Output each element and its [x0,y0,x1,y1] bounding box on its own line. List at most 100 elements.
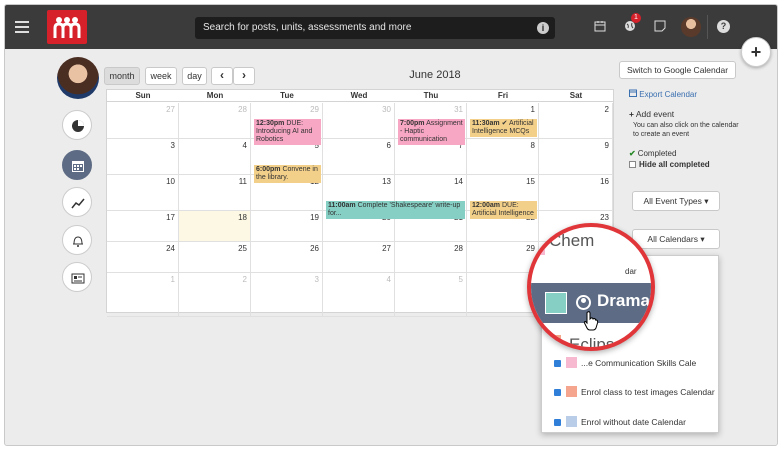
calendar-option[interactable]: Enrol class to test images Calendar [554,386,715,397]
day-number: 9 [604,141,609,150]
hide-completed-checkbox[interactable]: Hide all completed [629,160,710,169]
day-number: 30 [382,105,391,114]
calendar-day-cell[interactable]: 4 [323,273,395,317]
color-swatch [566,357,577,368]
calendar-day-cell[interactable]: 27 [107,103,179,139]
brand-logo[interactable] [47,10,87,44]
hand-cursor-icon [583,311,599,331]
calendar-day-cell[interactable]: 8 [467,139,539,175]
calendar-day-cell[interactable]: 3 [251,273,323,317]
day-number: 17 [166,213,175,222]
calendar-icon[interactable] [593,20,607,34]
calendar-day-cell[interactable]: 30 [323,103,395,139]
checkbox-icon[interactable] [554,360,561,367]
day-number: 4 [242,141,247,150]
day-number: 24 [166,244,175,253]
check-icon: ✔ [629,149,636,158]
color-swatch [535,241,545,255]
note-icon[interactable] [653,20,667,34]
calendar-day-cell[interactable]: 9 [539,139,613,175]
calendar-event[interactable]: 12:30pm DUE: Introducing AI and Robotics [254,119,321,145]
calendar-event[interactable]: 7:00pm Assignment - Haptic communication [398,119,465,145]
calendar-day-cell[interactable]: 29 [467,242,539,273]
calendar-day-cell[interactable]: 3 [107,139,179,175]
calendar-event[interactable]: 12:00am DUE: Artificial Intelligence [470,201,537,219]
day-number: 8 [530,141,535,150]
calendar-day-cell[interactable]: 16 [539,175,613,211]
calendar-day-cell[interactable]: 27 [323,242,395,273]
id-card-icon[interactable] [62,262,92,292]
day-number: 3 [170,141,175,150]
calendar-option[interactable]: ...e Communication Skills Cale [554,357,696,368]
info-icon[interactable]: i [537,22,549,34]
calendar-event[interactable]: 6:00pm Convene in the library. [254,165,321,183]
day-header: Fri [467,90,539,102]
day-header: Sun [107,90,179,102]
next-month-button[interactable]: › [233,67,255,85]
day-view-button[interactable]: day [182,67,207,85]
day-number: 1 [170,275,175,284]
completed-filter[interactable]: ✔ Completed [629,149,676,158]
menu-icon[interactable] [15,21,29,33]
month-view-button[interactable]: month [104,67,140,85]
calendar-option[interactable]: Enrol without date Calendar [554,416,686,427]
export-calendar-link[interactable]: Export Calendar [629,89,697,99]
day-number: 10 [166,177,175,186]
calendar-day-cell[interactable]: 25 [179,242,251,273]
day-number: 14 [454,177,463,186]
top-bar: Search for posts, units, assessments and… [5,5,777,49]
plus-icon: + [629,109,634,119]
day-number: 16 [600,177,609,186]
all-calendars-dropdown[interactable]: All Calendars ▾ [632,229,720,249]
calendar-nav-icon[interactable] [62,150,92,180]
calendar-day-cell[interactable]: 11 [179,175,251,211]
day-number: 13 [382,177,391,186]
day-number: 26 [310,244,319,253]
day-number: 31 [454,105,463,114]
calendar-small-icon [629,89,637,97]
calendar-event[interactable]: 11:30am ✔ Artificial Intelligence MCQs [470,119,537,137]
help-icon[interactable]: ? [717,20,730,33]
calendar-day-cell[interactable]: 5 [395,273,467,317]
calendar-day-cell[interactable]: 19 [251,211,323,242]
create-button[interactable]: + [741,37,771,67]
day-number: 23 [600,213,609,222]
day-number: 2 [242,275,247,284]
prev-month-button[interactable]: ‹ [211,67,233,85]
calendar-day-cell[interactable]: 6 [323,139,395,175]
day-number: 19 [310,213,319,222]
profile-avatar[interactable] [57,57,99,99]
user-icon [576,295,591,310]
calendar-day-cell[interactable]: 2 [179,273,251,317]
user-avatar[interactable] [681,17,701,37]
bell-icon[interactable] [62,225,92,255]
day-number: 29 [310,105,319,114]
calendar-day-cell[interactable]: 17 [107,211,179,242]
line-chart-icon[interactable] [62,187,92,217]
calendar-day-cell[interactable]: 1 [107,273,179,317]
calendar-day-cell[interactable]: 28 [395,242,467,273]
calendar-event[interactable]: 11:00am Complete 'Shakespeare' write-up … [326,201,465,219]
calendar-day-cell[interactable]: 28 [179,103,251,139]
calendar-option-label: Drama [597,291,650,310]
pie-chart-icon[interactable] [62,110,92,140]
calendar-day-cell[interactable]: 26 [251,242,323,273]
day-number: 29 [526,244,535,253]
search-input[interactable]: Search for posts, units, assessments and… [195,17,555,39]
add-event-link[interactable]: + Add event [629,109,674,119]
day-header: Wed [323,90,395,102]
calendar-day-cell[interactable]: 4 [179,139,251,175]
calendar-day-cell[interactable]: 24 [107,242,179,273]
calendar-day-cell[interactable]: 10 [107,175,179,211]
day-number: 4 [386,275,391,284]
checkbox-icon[interactable] [554,389,561,396]
checkbox-icon[interactable] [554,419,561,426]
week-view-button[interactable]: week [145,67,177,85]
calendar-day-cell[interactable]: 18 [179,211,251,242]
day-number: 15 [526,177,535,186]
calendar-day-cell[interactable]: 2 [539,103,613,139]
event-types-dropdown[interactable]: All Event Types ▾ [632,191,720,211]
day-number: 3 [314,275,319,284]
day-header: Tue [251,90,323,102]
google-calendar-button[interactable]: Switch to Google Calendar [619,61,736,79]
